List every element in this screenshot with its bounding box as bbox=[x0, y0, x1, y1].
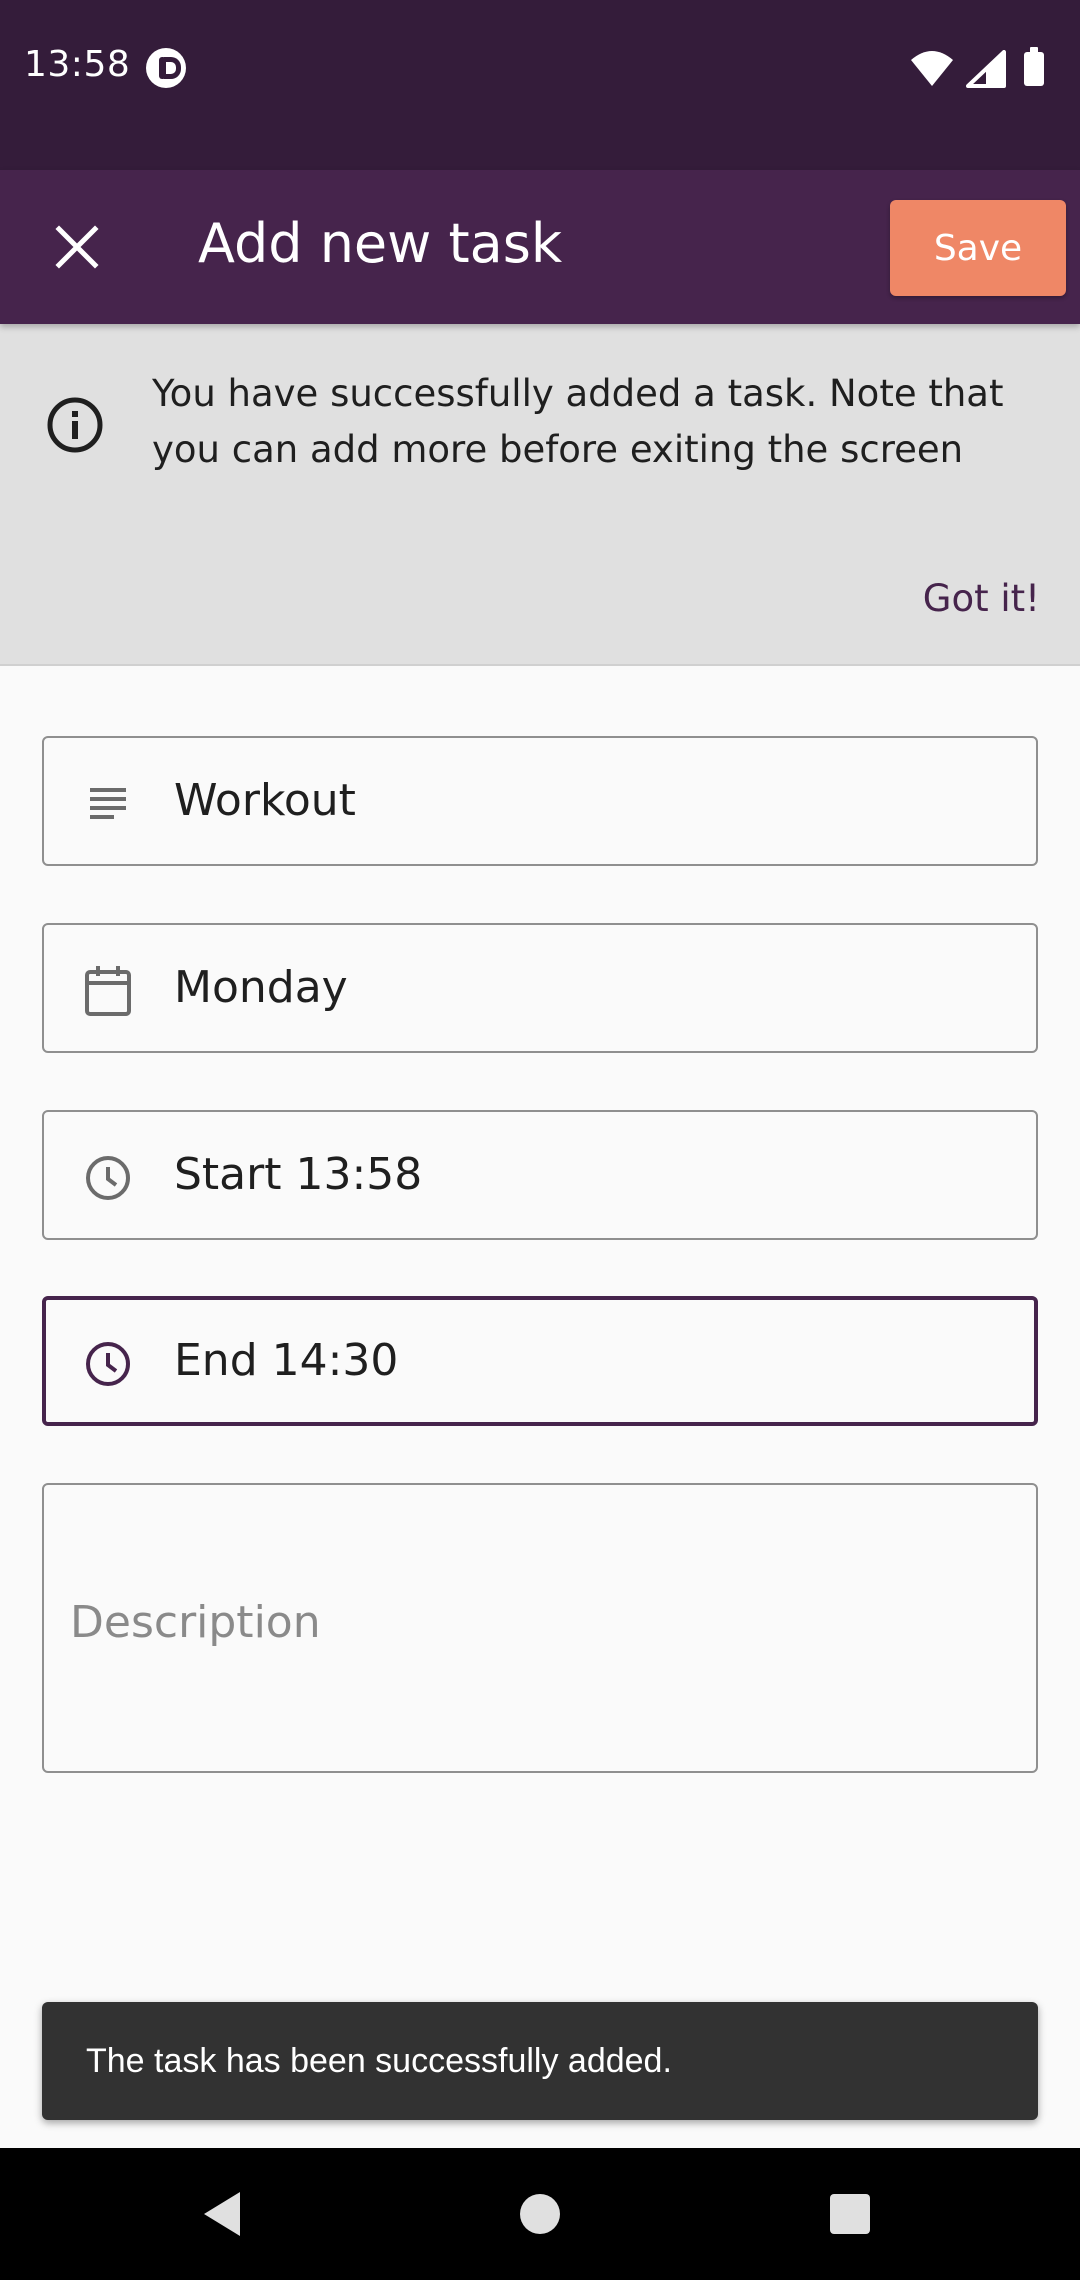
recents-icon[interactable] bbox=[830, 2194, 870, 2234]
wifi-icon bbox=[911, 51, 953, 86]
back-icon[interactable] bbox=[200, 2190, 244, 2238]
info-icon bbox=[47, 397, 103, 453]
start-time-value: Start 13:58 bbox=[174, 1149, 423, 1200]
day-value: Monday bbox=[174, 962, 348, 1013]
close-button[interactable] bbox=[36, 206, 118, 288]
description-field[interactable]: Description bbox=[42, 1483, 1038, 1773]
description-placeholder: Description bbox=[70, 1597, 321, 1648]
battery-icon bbox=[1024, 47, 1044, 86]
snackbar: The task has been successfully added. bbox=[42, 2002, 1038, 2120]
info-banner: You have successfully added a task. Note… bbox=[0, 324, 1080, 666]
home-icon[interactable] bbox=[520, 2194, 560, 2234]
status-bar: 13:58 bbox=[0, 0, 1080, 170]
notes-icon bbox=[82, 778, 134, 830]
task-title-field[interactable]: Workout bbox=[42, 736, 1038, 866]
save-button[interactable]: Save bbox=[890, 200, 1066, 296]
app-bar: Add new task Save bbox=[0, 170, 1080, 324]
start-time-field[interactable]: Start 13:58 bbox=[42, 1110, 1038, 1240]
status-icons bbox=[910, 47, 1060, 88]
clock-icon bbox=[82, 1152, 134, 1204]
end-time-field[interactable]: End 14:30 bbox=[42, 1296, 1038, 1426]
page-title: Add new task bbox=[198, 212, 563, 275]
close-icon bbox=[55, 225, 99, 269]
banner-message: You have successfully added a task. Note… bbox=[152, 372, 1004, 471]
calendar-icon bbox=[82, 965, 134, 1017]
signal-icon bbox=[966, 50, 1006, 88]
day-field[interactable]: Monday bbox=[42, 923, 1038, 1053]
end-time-value: End 14:30 bbox=[174, 1335, 399, 1386]
clock-icon bbox=[82, 1338, 134, 1390]
system-nav-bar bbox=[0, 2148, 1080, 2280]
status-time: 13:58 bbox=[24, 44, 131, 85]
got-it-button[interactable]: Got it! bbox=[880, 564, 1040, 634]
task-title-value: Workout bbox=[174, 775, 356, 826]
app-notification-icon bbox=[146, 48, 186, 88]
snackbar-message: The task has been successfully added. bbox=[86, 2042, 672, 2080]
